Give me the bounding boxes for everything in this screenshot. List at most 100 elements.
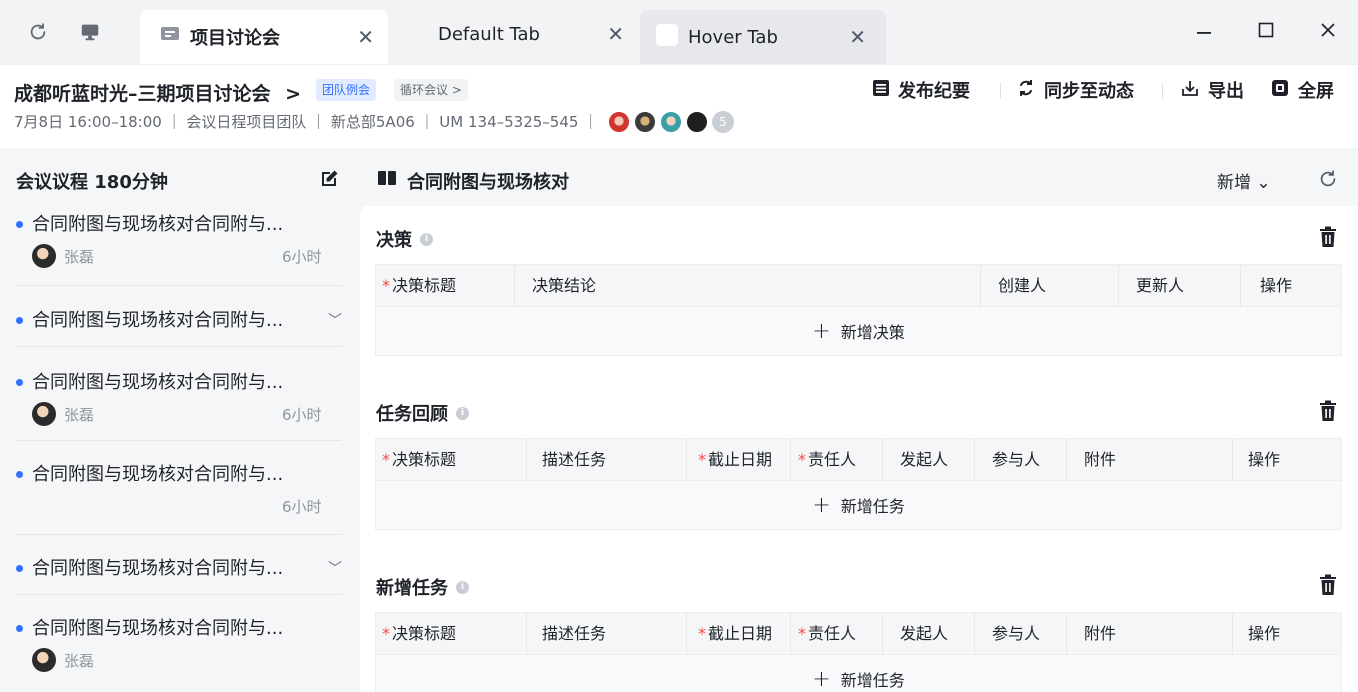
agenda-item-title: 合同附图与现场核对合同附与... — [32, 372, 284, 393]
section-title-text: 决策 — [376, 230, 412, 251]
bullet-dot — [16, 565, 23, 572]
trash-icon[interactable] — [1318, 226, 1340, 248]
chevron-down-icon[interactable]: ﹀ — [328, 558, 342, 578]
bullet-dot — [16, 317, 23, 324]
section-title-decisions: 决策 i — [376, 226, 433, 252]
tab-hover[interactable]: Hover Tab ✕ — [640, 10, 886, 64]
meeting-title-text: 成都听蓝时光–三期项目讨论会 — [14, 83, 271, 105]
content-panel: 决策 i * 决策标题 决策结论 创建人 更新人 操作 + 新增决策 任务回顾 … — [360, 206, 1358, 692]
meeting-header: 成都听蓝时光–三期项目讨论会 > 团队例会 循环会议 > 7月8日 16:00–… — [0, 64, 1358, 148]
agenda-item-title: 合同附图与现场核对合同附与... — [32, 558, 284, 579]
add-task-button[interactable]: + 新增任务 — [376, 655, 1341, 692]
column-header: 发起人 — [900, 624, 949, 643]
bullet-dot — [16, 625, 23, 632]
new-dropdown[interactable]: 新增 ⌄ — [1217, 168, 1271, 193]
tab-close-icon[interactable]: ✕ — [849, 25, 866, 49]
badge-recurring[interactable]: 循环会议 > — [394, 79, 468, 101]
info-icon[interactable]: i — [420, 232, 433, 246]
owner-name: 张磊 — [64, 405, 95, 424]
section-title-task-review: 任务回顾 i — [376, 400, 469, 426]
column-divider — [526, 613, 527, 655]
tab-close-icon[interactable]: ✕ — [607, 22, 624, 46]
tab-default[interactable]: Default Tab ✕ — [388, 10, 638, 58]
agenda-item[interactable]: 合同附图与现场核对合同附与... 6小时 — [0, 460, 357, 532]
new-task-table: * 决策标题 描述任务 * 截止日期 * 责任人 发起人 参与人 附件 操作 + 新增… — [375, 612, 1342, 692]
agenda-item[interactable]: 合同附图与现场核对合同附与... 张磊 6小时 — [0, 210, 357, 282]
column-header: 操作 — [1248, 450, 1281, 469]
column-header: 描述任务 — [542, 624, 607, 643]
avatar — [32, 244, 56, 268]
tab-close-icon[interactable]: ✕ — [357, 25, 374, 49]
agenda-item[interactable]: 合同附图与现场核对合同附与... ﹀ — [0, 306, 357, 346]
minimize-icon[interactable] — [1192, 18, 1216, 42]
avatar — [660, 111, 682, 133]
bullet-dot — [16, 471, 23, 478]
column-divider — [1232, 439, 1233, 481]
column-divider — [1066, 613, 1067, 655]
add-task-button[interactable]: + 新增任务 — [376, 481, 1341, 529]
refresh-icon[interactable] — [26, 20, 50, 44]
agenda-item-duration: 6小时 — [282, 248, 322, 266]
agenda-item-title: 合同附图与现场核对合同附与... — [32, 214, 284, 235]
column-divider — [526, 439, 527, 481]
chevron-right-icon: > — [285, 83, 302, 105]
divider — [16, 440, 342, 441]
plus-icon: + — [812, 318, 831, 344]
column-divider — [790, 613, 791, 655]
avatar — [608, 111, 630, 133]
export-label: 导出 — [1208, 81, 1244, 102]
monitor-icon[interactable] — [78, 20, 102, 44]
tab-label: Default Tab — [438, 23, 540, 45]
tab-bar: 项目讨论会 ✕ Default Tab ✕ Hover Tab ✕ — [0, 0, 1358, 64]
tab-label: Hover Tab — [688, 26, 778, 48]
agenda-title: 会议议程 180分钟 — [16, 172, 168, 193]
divider — [1162, 83, 1163, 99]
chevron-down-icon[interactable]: ﹀ — [328, 310, 342, 330]
meeting-meta: 7月8日 16:00–18:00 ｜ 会议日程项目团队 ｜ 新总部5A06 ｜ … — [14, 113, 599, 131]
column-divider — [686, 439, 687, 481]
plus-icon: + — [812, 492, 831, 518]
info-icon[interactable]: i — [456, 406, 469, 420]
column-header: 操作 — [1248, 624, 1281, 643]
column-header: 附件 — [1084, 450, 1117, 469]
document-icon — [872, 79, 890, 102]
tab-project-meeting[interactable]: 项目讨论会 ✕ — [140, 10, 388, 64]
table-header: * 决策标题 描述任务 * 截止日期 * 责任人 发起人 参与人 附件 操作 — [376, 439, 1341, 481]
trash-icon[interactable] — [1318, 574, 1340, 596]
export-button[interactable]: 导出 — [1180, 77, 1244, 103]
sync-icon — [1016, 78, 1036, 103]
close-icon[interactable] — [1316, 18, 1340, 42]
avatar — [686, 111, 708, 133]
column-divider — [882, 613, 883, 655]
maximize-icon[interactable] — [1254, 18, 1278, 42]
column-divider — [686, 613, 687, 655]
meeting-title[interactable]: 成都听蓝时光–三期项目讨论会 > — [14, 79, 301, 106]
add-decision-button[interactable]: + 新增决策 — [376, 307, 1341, 355]
edit-icon[interactable] — [318, 168, 340, 190]
add-task-label: 新增任务 — [840, 497, 905, 516]
attendee-avatars[interactable]: 5 — [608, 111, 734, 133]
agenda-item[interactable]: 合同附图与现场核对合同附与... 张磊 — [0, 614, 357, 686]
main-content: 合同附图与现场核对 新增 ⌄ 决策 i *决策标题 决策结论 创建人 更新人 — [357, 148, 1358, 692]
sync-activity-button[interactable]: 同步至动态 — [1016, 77, 1134, 103]
fullscreen-button[interactable]: 全屏 — [1270, 77, 1334, 103]
agenda-item-owner: 张磊 — [32, 648, 94, 672]
plus-icon: + — [812, 666, 831, 692]
content-header: 合同附图与现场核对 新增 ⌄ — [357, 148, 1358, 206]
sync-activity-label: 同步至动态 — [1044, 81, 1134, 102]
add-task-label: 新增任务 — [840, 671, 905, 690]
column-header: * 责任人 — [798, 624, 857, 643]
publish-minutes-button[interactable]: 发布纪要 — [872, 77, 970, 103]
column-divider — [790, 439, 791, 481]
agenda-item[interactable]: 合同附图与现场核对合同附与... 张磊 6小时 — [0, 368, 357, 440]
bullet-dot — [16, 379, 23, 386]
refresh-icon[interactable] — [1317, 168, 1339, 190]
column-header: 更新人 — [1136, 276, 1185, 295]
bullet-dot — [16, 221, 23, 228]
column-header: * 决策标题 — [382, 450, 457, 469]
export-icon — [1180, 78, 1200, 103]
column-header: 附件 — [1084, 624, 1117, 643]
info-icon[interactable]: i — [456, 580, 469, 594]
agenda-item[interactable]: 合同附图与现场核对合同附与... ﹀ — [0, 554, 357, 594]
trash-icon[interactable] — [1318, 400, 1340, 422]
